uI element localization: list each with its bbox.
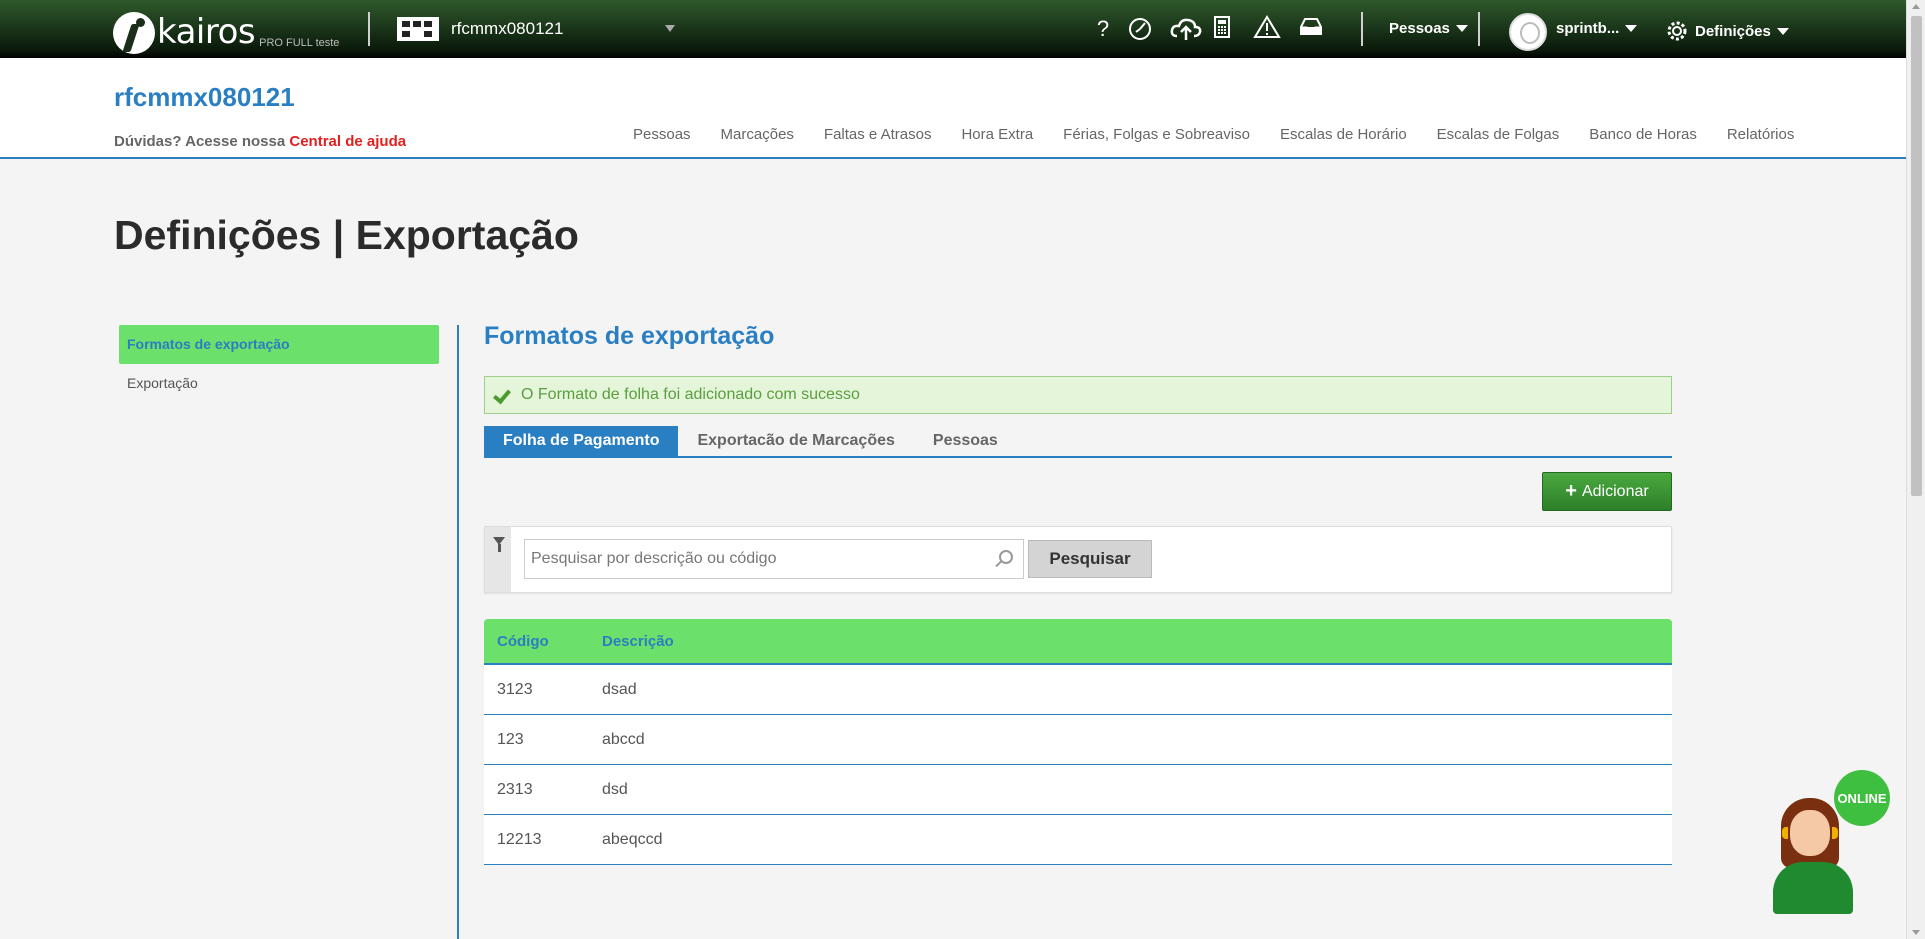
clock-icon[interactable]	[1125, 14, 1155, 44]
check-icon	[493, 387, 509, 403]
help-prefix: Dúvidas? Acesse nossa	[114, 133, 286, 150]
nav-item-escalas-horario[interactable]: Escalas de Horário	[1280, 126, 1407, 143]
help-text: Dúvidas? Acesse nossa Central de ajuda	[114, 133, 406, 150]
nav-item-relatorios[interactable]: Relatórios	[1727, 126, 1795, 143]
inbox-icon[interactable]	[1296, 14, 1326, 44]
nav-item-marcacoes[interactable]: Marcações	[721, 126, 794, 143]
table-row[interactable]: 12213 abeqccd	[484, 815, 1672, 865]
company-selector[interactable]: rfcmmx080121	[397, 17, 563, 41]
sidebar-item-exportacao[interactable]: Exportação	[119, 364, 439, 403]
divider	[457, 325, 459, 939]
chat-agent-body	[1773, 862, 1853, 914]
table-row[interactable]: 3123 dsad	[484, 665, 1672, 715]
scrollbar-thumb[interactable]	[1911, 16, 1922, 496]
nav-item-faltas-atrasos[interactable]: Faltas e Atrasos	[824, 126, 932, 143]
nav-item-pessoas[interactable]: Pessoas	[633, 126, 691, 143]
toolbar: + Adicionar	[484, 458, 1672, 526]
cell-descricao: dsd	[602, 780, 628, 798]
alert-message: O Formato de folha foi adicionado com su…	[521, 386, 860, 403]
gear-icon	[1666, 20, 1688, 42]
cell-codigo: 3123	[497, 680, 533, 698]
top-bar: kairos PRO FULL teste rfcmmx080121 ? Pes…	[0, 0, 1906, 58]
calculator-icon[interactable]	[1207, 14, 1237, 44]
search-input[interactable]	[525, 540, 985, 578]
headset-icon	[1782, 827, 1838, 839]
logo-text: kairos	[157, 12, 256, 52]
cloud-upload-icon[interactable]	[1168, 14, 1204, 44]
table-row[interactable]: 123 abccd	[484, 715, 1672, 765]
divider	[1478, 12, 1480, 46]
tab-folha-pagamento[interactable]: Folha de Pagamento	[484, 426, 679, 456]
people-menu[interactable]: Pessoas	[1389, 20, 1468, 37]
table-row[interactable]: 2313 dsd	[484, 765, 1672, 815]
settings-menu[interactable]: Definições	[1666, 20, 1789, 42]
logo-mark-icon	[113, 12, 155, 54]
table-header: Código Descrição	[484, 619, 1672, 665]
cell-descricao: abeqccd	[602, 830, 663, 848]
tab-bar: Folha de Pagamento Exportacão de Marcaçõ…	[484, 426, 1672, 458]
tab-exportacao-marcacoes[interactable]: Exportacão de Marcações	[678, 426, 913, 456]
user-menu-label: sprintb...	[1556, 20, 1620, 37]
search-button[interactable]: Pesquisar	[1028, 540, 1152, 578]
section-title: Formatos de exportação	[484, 322, 775, 350]
divider	[368, 12, 370, 46]
sidebar: Formatos de exportação Exportação	[119, 325, 439, 403]
page-title: Definições | Exportação	[114, 212, 579, 258]
plus-icon: +	[1565, 480, 1577, 502]
divider	[1361, 12, 1363, 46]
help-center-link[interactable]: Central de ajuda	[289, 133, 406, 150]
main-nav: Pessoas Marcações Faltas e Atrasos Hora …	[633, 126, 1824, 143]
search-icon[interactable]	[999, 550, 1013, 564]
column-header-codigo[interactable]: Código	[484, 633, 602, 650]
chevron-down-icon	[1625, 25, 1638, 32]
chevron-down-icon	[1455, 25, 1468, 32]
warning-icon[interactable]	[1252, 14, 1282, 44]
success-alert: O Formato de folha foi adicionado com su…	[484, 376, 1672, 414]
online-badge[interactable]: ONLINE	[1834, 770, 1890, 826]
kairos-logo[interactable]: kairos PRO FULL teste	[113, 4, 339, 54]
cell-codigo: 12213	[497, 830, 542, 848]
nav-item-ferias[interactable]: Férias, Folgas e Sobreaviso	[1063, 126, 1250, 143]
cell-codigo: 123	[497, 730, 524, 748]
people-menu-label: Pessoas	[1389, 20, 1450, 37]
cell-descricao: dsad	[602, 680, 637, 698]
main-content: Formatos de exportação O Formato de folh…	[484, 322, 1672, 865]
chevron-down-icon[interactable]	[665, 25, 675, 32]
company-title: rfcmmx080121	[114, 82, 295, 112]
sidebar-item-formatos[interactable]: Formatos de exportação	[119, 325, 439, 364]
tab-pessoas[interactable]: Pessoas	[914, 426, 1017, 456]
help-icon[interactable]: ?	[1088, 14, 1118, 44]
vertical-scrollbar[interactable]	[1906, 0, 1925, 939]
search-field	[524, 539, 1024, 579]
settings-menu-label: Definições	[1695, 22, 1771, 40]
chat-widget[interactable]: ONLINE	[1768, 770, 1893, 915]
page-header: rfcmmx080121 Dúvidas? Acesse nossa Centr…	[0, 58, 1906, 159]
scroll-up-icon[interactable]	[1912, 4, 1920, 9]
logo-subtitle: PRO FULL teste	[259, 37, 340, 49]
filter-bar: Pesquisar	[484, 526, 1672, 593]
chevron-down-icon	[1776, 27, 1789, 35]
user-menu[interactable]: sprintb...	[1556, 20, 1638, 37]
nav-item-hora-extra[interactable]: Hora Extra	[961, 126, 1033, 143]
formats-table: Código Descrição 3123 dsad 123 abccd 231…	[484, 619, 1672, 865]
filter-toggle[interactable]	[485, 527, 511, 592]
avatar[interactable]	[1509, 13, 1547, 51]
nav-item-banco-horas[interactable]: Banco de Horas	[1589, 126, 1697, 143]
column-header-descricao[interactable]: Descrição	[602, 633, 1672, 650]
add-button[interactable]: + Adicionar	[1542, 472, 1672, 511]
nav-item-escalas-folgas[interactable]: Escalas de Folgas	[1437, 126, 1560, 143]
company-name: rfcmmx080121	[451, 19, 564, 38]
building-icon	[397, 17, 439, 41]
add-button-label: Adicionar	[1581, 482, 1649, 500]
cell-descricao: abccd	[602, 730, 645, 748]
scroll-down-icon[interactable]	[1912, 930, 1920, 935]
filter-icon	[493, 537, 505, 552]
cell-codigo: 2313	[497, 780, 533, 798]
